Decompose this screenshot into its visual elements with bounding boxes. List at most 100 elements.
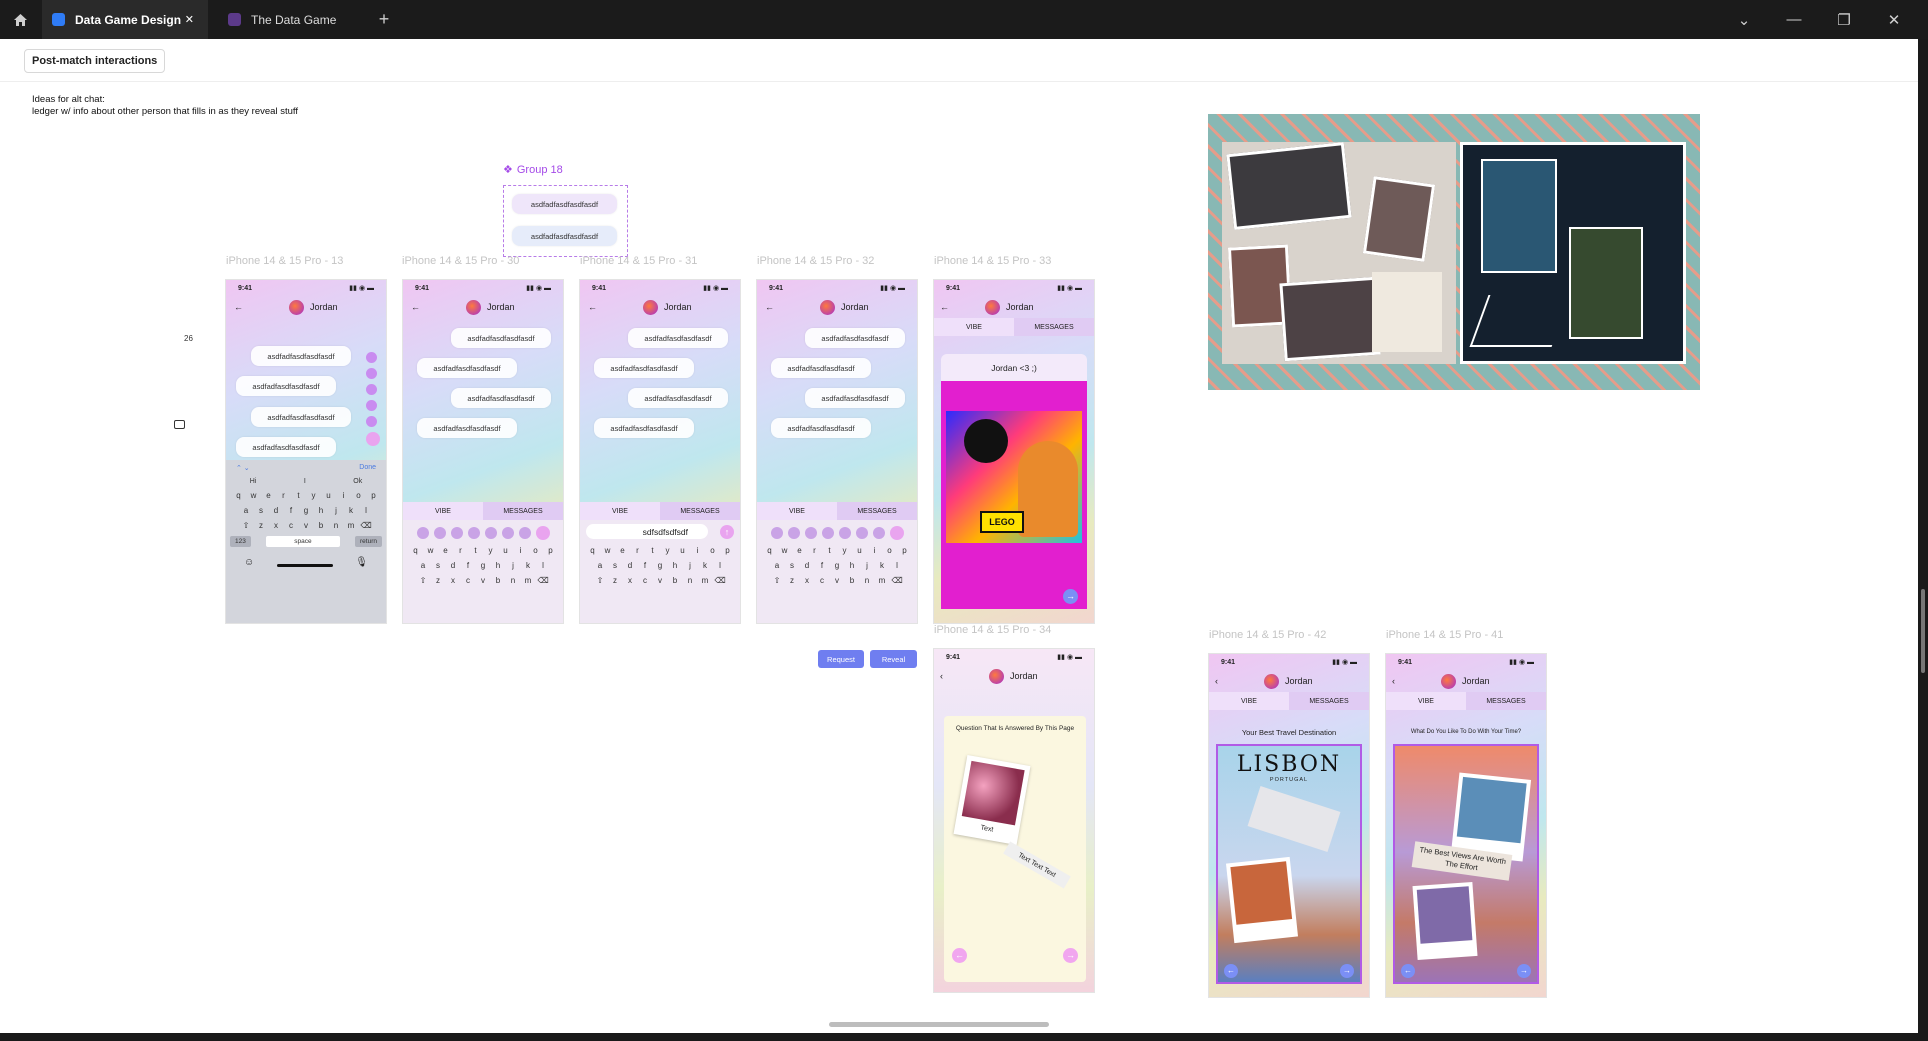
- title-bar: Data Game Design ✕ The Data Game + ⌄ — ❐…: [0, 0, 1928, 39]
- polaroid-photo: [1412, 881, 1478, 961]
- design-canvas[interactable]: Post-match interactions Ideas for alt ch…: [0, 39, 1918, 1033]
- home-icon[interactable]: [0, 0, 40, 39]
- avatar: [1441, 673, 1456, 689]
- frame-label-42[interactable]: iPhone 14 & 15 Pro - 42: [1209, 629, 1326, 641]
- chat-bubble: asdfadfasdfasdfasdf: [628, 388, 728, 408]
- back-arrow-icon[interactable]: ←: [234, 302, 243, 312]
- frame-label-32[interactable]: iPhone 14 & 15 Pro - 32: [757, 255, 874, 267]
- polaroid-photo: [1225, 856, 1299, 944]
- scrapbook-page-left: [1222, 142, 1456, 364]
- avatar: [985, 299, 1000, 315]
- vibe-messages-tabs[interactable]: VIBE MESSAGES: [580, 502, 740, 520]
- phone-frame-42[interactable]: 9:41 ▮▮ ◉ ▬ ‹ Jordan VIBE MESSAGES Your Bes…: [1208, 653, 1370, 998]
- restore-icon[interactable]: ❐: [1820, 0, 1868, 39]
- close-tab-icon[interactable]: ✕: [185, 13, 194, 26]
- travel-destination-card[interactable]: LISBON PORTUGAL ← →: [1216, 744, 1362, 984]
- frame-label-13[interactable]: iPhone 14 & 15 Pro - 13: [226, 255, 343, 267]
- group-bubble: asdfadfasdfasdfasdf: [512, 226, 617, 246]
- send-icon[interactable]: ↑: [720, 525, 734, 539]
- chat-bubble: asdfadfasdfasdfasdf: [771, 418, 871, 438]
- chat-bubble: asdfadfasdfasdfasdf: [251, 407, 351, 427]
- vibe-messages-tabs[interactable]: VIBE MESSAGES: [1386, 692, 1546, 710]
- group-bubble: asdfadfasdfasdfasdf: [512, 194, 617, 214]
- frame-label-41[interactable]: iPhone 14 & 15 Pro - 41: [1386, 629, 1503, 641]
- vibe-messages-tabs[interactable]: VIBE MESSAGES: [934, 318, 1094, 336]
- chat-bubble: asdfadfasdfasdfasdf: [628, 328, 728, 348]
- chat-bubble: asdfadfasdfasdfasdf: [251, 346, 351, 366]
- figma-file-icon: [52, 13, 65, 26]
- custom-keyboard[interactable]: sdfsdfsdfsdf ↑ qwertyuiop asdfghjkl ⇧ z x c…: [580, 520, 740, 623]
- phone-frame-30[interactable]: 9:41 ▮▮ ◉ ▬ ← Jordan asdfadfasdfasdfasdf a…: [402, 279, 564, 624]
- phone-frame-33[interactable]: 9:41 ▮▮ ◉ ▬ ← Jordan VIBE MESSAGES Jordan <…: [933, 279, 1095, 624]
- group-label[interactable]: ❖ Group 18: [503, 163, 563, 177]
- phone-frame-31[interactable]: 9:41 ▮▮ ◉ ▬ ← Jordan asdfadfasdfasdfasdf a…: [579, 279, 741, 624]
- back-arrow-icon[interactable]: ‹: [1215, 676, 1218, 686]
- close-window-icon[interactable]: ✕: [1870, 0, 1918, 39]
- section-chip[interactable]: Post-match interactions: [24, 49, 166, 73]
- phone-frame-13[interactable]: 9:41 ▮▮ ◉ ▬ ← Jordan asdfadfasdfasdfasdf a…: [225, 279, 387, 624]
- side-counter: 26: [184, 334, 193, 343]
- custom-keyboard[interactable]: qwertyuiop asdfghjkl ⇧ z x c v b n m ⌫: [757, 520, 917, 623]
- text-strip: Text Text Text: [1003, 841, 1071, 889]
- back-arrow-icon[interactable]: ‹: [1392, 676, 1395, 686]
- notes-text[interactable]: Ideas for alt chat: ledger w/ info about…: [32, 94, 298, 118]
- vibe-messages-tabs[interactable]: VIBE MESSAGES: [1209, 692, 1369, 710]
- ios-keyboard[interactable]: ⌃ ⌄ Done Hi I Ok qwertyuiop asdfghjkl ⇧ z x c v…: [226, 460, 386, 623]
- chat-bubble: asdfadfasdfasdfasdf: [417, 358, 517, 378]
- vibe-card[interactable]: LEGO →: [941, 381, 1087, 609]
- prev-arrow-icon[interactable]: ←: [1401, 964, 1415, 978]
- emoji-icon: ☺: [244, 557, 255, 568]
- minimize-icon[interactable]: —: [1770, 0, 1818, 39]
- avatar: [820, 299, 835, 315]
- frame-label-30[interactable]: iPhone 14 & 15 Pro - 30: [402, 255, 519, 267]
- phone-frame-34[interactable]: 9:41 ▮▮ ◉ ▬ ‹ Jordan Question That Is Answ…: [933, 648, 1095, 993]
- phone-frame-41[interactable]: 9:41 ▮▮ ◉ ▬ ‹ Jordan VIBE MESSAGES What Do …: [1385, 653, 1547, 998]
- chat-bubble: asdfadfasdfasdfasdf: [451, 388, 551, 408]
- chat-bubble: asdfadfasdfasdfasdf: [451, 328, 551, 348]
- emoji-row[interactable]: [771, 526, 904, 540]
- next-arrow-icon[interactable]: →: [1063, 589, 1078, 604]
- bottom-bar: [0, 1033, 1928, 1041]
- back-arrow-icon[interactable]: ←: [765, 302, 774, 312]
- photo-collage-image[interactable]: [1208, 114, 1700, 390]
- next-arrow-icon[interactable]: →: [1340, 964, 1354, 978]
- next-arrow-icon[interactable]: →: [1063, 948, 1078, 963]
- back-arrow-icon[interactable]: ‹: [940, 671, 943, 681]
- request-button[interactable]: Request: [818, 650, 864, 668]
- vibe-messages-tabs[interactable]: VIBE MESSAGES: [757, 502, 917, 520]
- avatar: [466, 299, 481, 315]
- vibe-messages-tabs[interactable]: VIBE MESSAGES: [403, 502, 563, 520]
- lego-artwork-image: LEGO: [946, 411, 1082, 543]
- reveal-button[interactable]: Reveal: [870, 650, 917, 668]
- horizontal-scrollbar[interactable]: [829, 1022, 1049, 1027]
- message-input[interactable]: sdfsdfsdfsdf: [586, 524, 708, 539]
- back-arrow-icon[interactable]: ←: [411, 302, 420, 312]
- phone-frame-32[interactable]: 9:41 ▮▮ ◉ ▬ ← Jordan asdfadfasdfasdfasdf a…: [756, 279, 918, 624]
- prev-arrow-icon[interactable]: ←: [1224, 964, 1238, 978]
- back-arrow-icon[interactable]: ←: [588, 302, 597, 312]
- prev-arrow-icon[interactable]: ←: [952, 948, 967, 963]
- back-arrow-icon[interactable]: ←: [940, 302, 949, 312]
- tab-data-game-design[interactable]: Data Game Design ✕: [42, 0, 208, 39]
- next-arrow-icon[interactable]: →: [1517, 964, 1531, 978]
- activity-card[interactable]: The Best Views Are Worth The Effort ← →: [1393, 744, 1539, 984]
- section-divider: [0, 81, 1918, 82]
- figjam-file-icon: [228, 13, 241, 26]
- avatar: [989, 668, 1004, 684]
- frame-label-31[interactable]: iPhone 14 & 15 Pro - 31: [580, 255, 697, 267]
- group-18-frame[interactable]: asdfadfasdfasdfasdf asdfadfasdfasdfasdf: [503, 185, 628, 257]
- frame-label-33[interactable]: iPhone 14 & 15 Pro - 33: [934, 255, 1051, 267]
- vertical-scrollbar-thumb[interactable]: [1921, 589, 1925, 673]
- custom-keyboard[interactable]: qwertyuiop asdfghjkl ⇧ z x c v b n m ⌫: [403, 520, 563, 623]
- tab-the-data-game[interactable]: The Data Game: [218, 0, 368, 39]
- delete-icon: ⌫: [360, 521, 372, 530]
- chevron-down-icon[interactable]: ⌄: [1720, 0, 1768, 39]
- new-tab-icon[interactable]: +: [360, 0, 408, 39]
- emoji-row[interactable]: [417, 526, 550, 540]
- scrapbook-page-right: [1460, 142, 1686, 364]
- suggestions: Hi I Ok: [249, 478, 363, 485]
- vertical-scrollbar-track[interactable]: [1918, 39, 1928, 1033]
- shift-icon: ⇧: [242, 521, 250, 530]
- question-card[interactable]: Question That Is Answered By This Page T…: [944, 716, 1086, 982]
- frame-label-34[interactable]: iPhone 14 & 15 Pro - 34: [934, 624, 1051, 636]
